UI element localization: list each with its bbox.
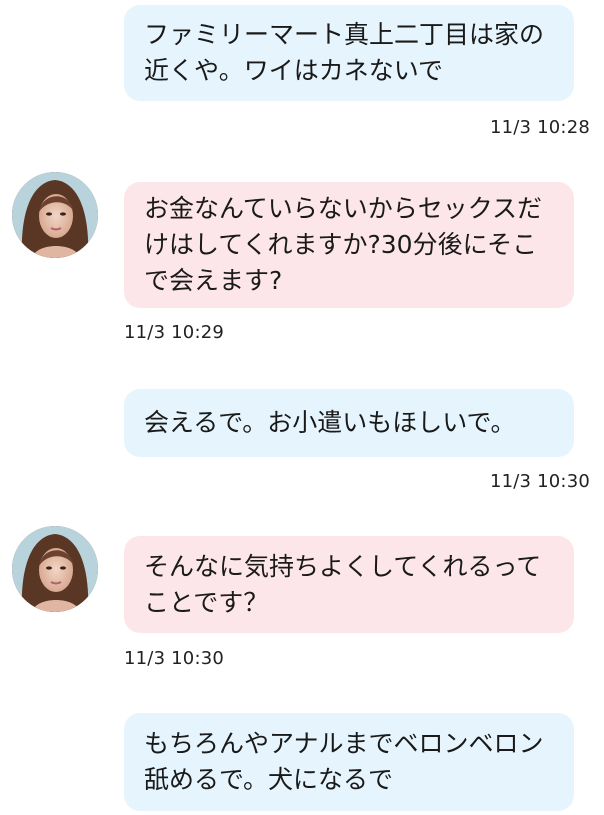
- sent-message-bubble: もちろんやアナルまでベロンベロン舐めるで。犬になるで: [124, 713, 574, 811]
- contact-avatar[interactable]: [12, 526, 98, 612]
- chat-thread: ファミリーマート真上二丁目は家の近くや。ワイはカネないで 11/3 10:28 …: [0, 0, 604, 815]
- message-timestamp: 11/3 10:30: [124, 648, 225, 669]
- avatar-photo-icon: [12, 526, 98, 612]
- contact-avatar[interactable]: [12, 172, 98, 258]
- sent-message-bubble: 会えるで。お小遣いもほしいで。: [124, 389, 574, 457]
- received-message-bubble: そんなに気持ちよくしてくれるってことです？: [124, 536, 574, 633]
- message-timestamp: 11/3 10:29: [124, 322, 225, 343]
- message-text: そんなに気持ちよくしてくれるってことです？: [144, 551, 542, 617]
- message-text: 会えるで。お小遣いもほしいで。: [144, 408, 516, 437]
- message-text: ファミリーマート真上二丁目は家の近くや。ワイはカネないで: [144, 20, 545, 85]
- message-timestamp: 11/3 10:28: [489, 117, 590, 138]
- message-text: お金なんていらないからセックスだけはしてくれますか?30分後にそこで会えます?: [144, 194, 543, 295]
- sent-message-bubble: ファミリーマート真上二丁目は家の近くや。ワイはカネないで: [124, 5, 574, 101]
- received-message-bubble: お金なんていらないからセックスだけはしてくれますか?30分後にそこで会えます?: [124, 182, 574, 308]
- message-text: もちろんやアナルまでベロンベロン舐めるで。犬になるで: [144, 729, 544, 794]
- message-timestamp: 11/3 10:30: [489, 471, 590, 492]
- avatar-photo-icon: [12, 172, 98, 258]
